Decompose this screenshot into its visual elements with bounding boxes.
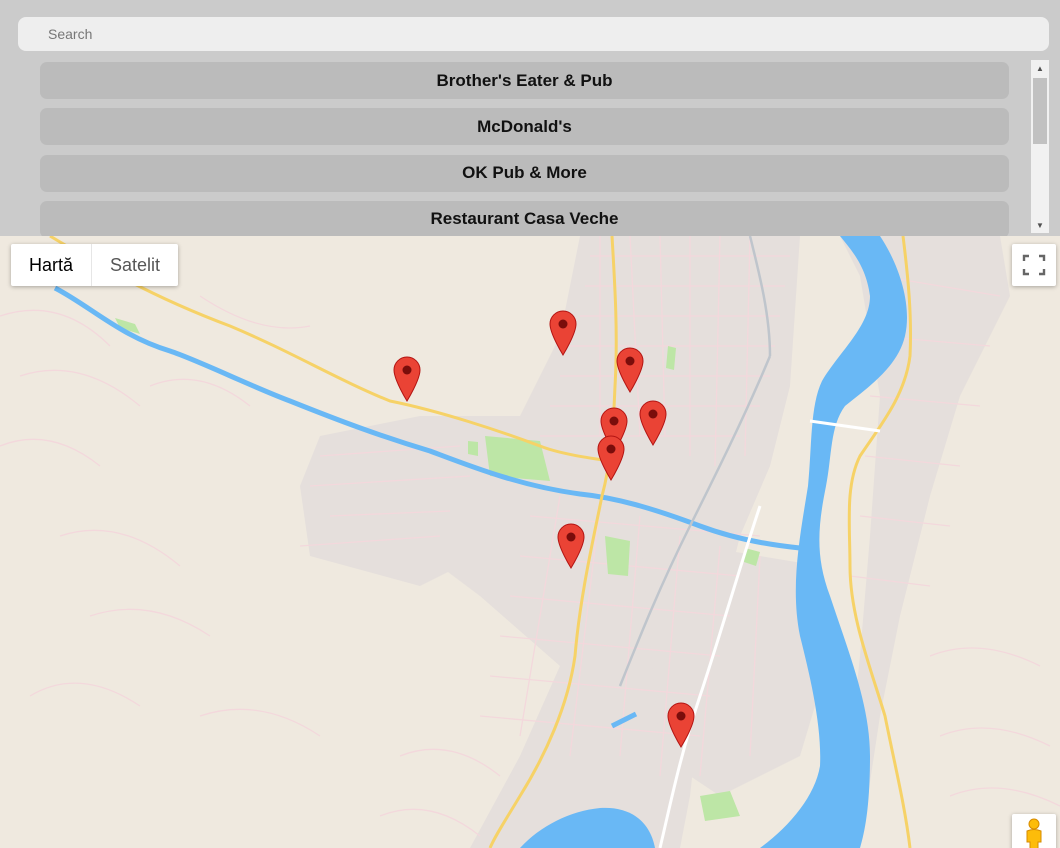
restaurant-item-casa-veche[interactable]: Restaurant Casa Veche (40, 200, 1009, 236)
scroll-down-arrow-icon[interactable]: ▼ (1031, 217, 1049, 233)
map-marker-icon[interactable] (639, 400, 667, 446)
street-view-pegman-button[interactable] (1012, 814, 1056, 848)
restaurant-item-brothers[interactable]: Brother's Eater & Pub (40, 62, 1009, 99)
list-scrollbar[interactable]: ▲ ▼ (1031, 60, 1049, 233)
map-marker-icon[interactable] (616, 347, 644, 393)
map-type-control: Hartă Satelit (11, 244, 179, 286)
search-input[interactable] (18, 17, 1049, 51)
restaurant-item-mcdonalds[interactable]: McDonald's (40, 108, 1009, 146)
map-marker-icon[interactable] (549, 310, 577, 356)
map-marker-icon[interactable] (393, 356, 421, 402)
scroll-up-arrow-icon[interactable]: ▲ (1031, 60, 1049, 76)
scroll-thumb[interactable] (1033, 78, 1047, 144)
map-tiles (0, 236, 1060, 848)
map-marker-icon[interactable] (667, 702, 695, 748)
map-type-satellite-button[interactable]: Satelit (91, 244, 178, 286)
map-marker-icon[interactable] (597, 435, 625, 481)
map-view[interactable]: Hartă Satelit (0, 236, 1060, 848)
pegman-icon (1026, 818, 1042, 848)
restaurant-list: Brother's Eater & Pub McDonald's OK Pub … (40, 62, 1009, 236)
restaurant-panel: Brother's Eater & Pub McDonald's OK Pub … (0, 0, 1060, 236)
fullscreen-button[interactable] (1012, 244, 1056, 286)
map-marker-icon[interactable] (557, 523, 585, 569)
map-type-map-button[interactable]: Hartă (11, 244, 91, 286)
fullscreen-icon (1022, 254, 1046, 276)
restaurant-item-ok-pub[interactable]: OK Pub & More (40, 154, 1009, 192)
